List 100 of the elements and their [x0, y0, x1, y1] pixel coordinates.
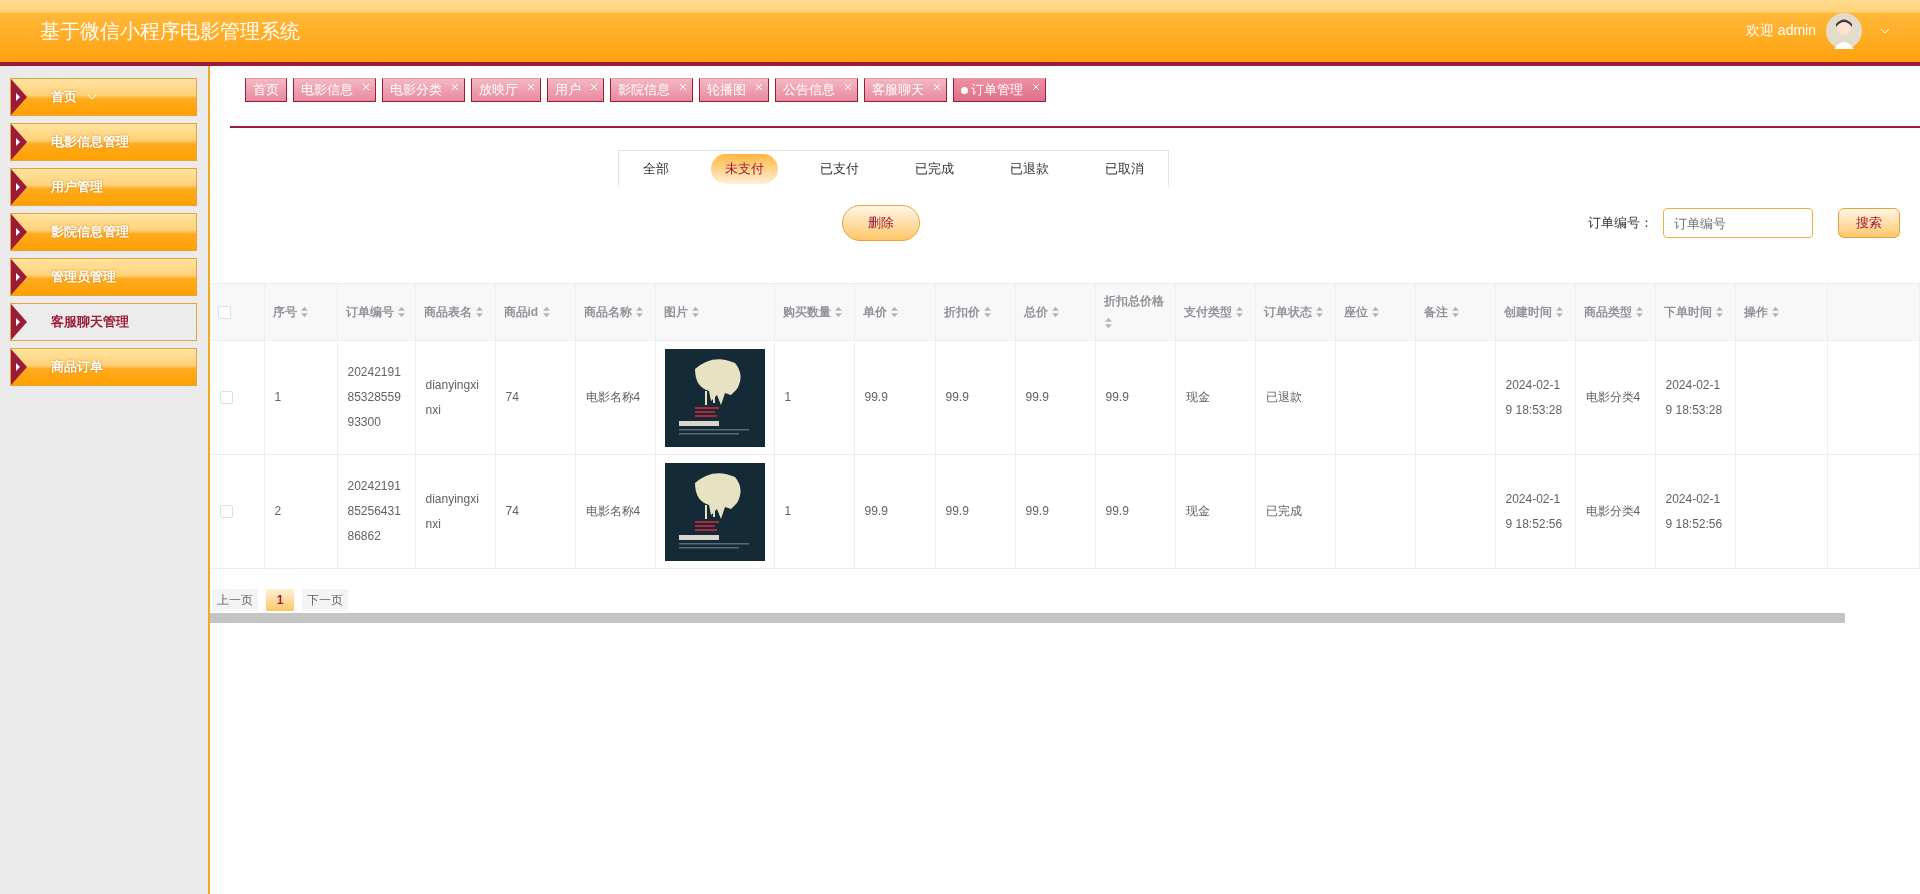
- sort-icon[interactable]: [634, 306, 644, 318]
- sort-icon[interactable]: [299, 306, 309, 318]
- sidebar-item[interactable]: 影院信息管理: [10, 213, 197, 251]
- page-tab[interactable]: 首页: [245, 78, 287, 102]
- column-header[interactable]: 座位: [1335, 283, 1415, 341]
- column-header[interactable]: 购买数量: [774, 283, 854, 341]
- column-header[interactable]: 支付类型: [1175, 283, 1255, 341]
- page-tab[interactable]: 轮播图: [699, 78, 769, 102]
- sort-icon[interactable]: [889, 306, 899, 318]
- table-cell: 99.9: [1105, 390, 1129, 404]
- close-icon[interactable]: [679, 83, 687, 91]
- page-tab[interactable]: 放映厅: [471, 78, 541, 102]
- table-cell: 2024-02-19 18:53:28: [1665, 377, 1723, 417]
- sort-icon[interactable]: [1314, 306, 1324, 318]
- triangle-icon: [11, 79, 27, 115]
- sort-icon[interactable]: [833, 306, 843, 318]
- table-cell: 电影分类4: [1585, 504, 1641, 518]
- sidebar-item[interactable]: 电影信息管理: [10, 123, 197, 161]
- column-header[interactable]: 商品id: [495, 283, 575, 341]
- search-button[interactable]: 搜索: [1838, 208, 1900, 238]
- table-cell: 2: [274, 504, 282, 518]
- page-tab[interactable]: 影院信息: [610, 78, 693, 102]
- table-cell: 已退款: [1265, 390, 1302, 404]
- app-title: 基于微信小程序电影管理系统: [40, 18, 300, 44]
- table-cell: 99.9: [945, 390, 969, 404]
- page-tab[interactable]: 订单管理: [953, 78, 1046, 102]
- status-tab[interactable]: 已支付: [806, 154, 873, 184]
- close-icon[interactable]: [527, 83, 535, 91]
- checkbox[interactable]: [220, 505, 233, 519]
- sidebar-item[interactable]: 客服聊天管理: [10, 303, 197, 341]
- column-header[interactable]: 折扣价: [935, 283, 1015, 341]
- sort-icon[interactable]: [1370, 306, 1380, 318]
- column-header[interactable]: 操作: [1735, 283, 1828, 341]
- close-icon[interactable]: [755, 83, 763, 91]
- sort-icon[interactable]: [474, 306, 484, 318]
- search-field[interactable]: 订单编号: [1663, 208, 1813, 238]
- status-tab[interactable]: 全部: [629, 154, 683, 184]
- next-page-button[interactable]: 下一页: [302, 589, 348, 611]
- sort-icon[interactable]: [1554, 306, 1564, 318]
- column-header[interactable]: 折扣总价格: [1095, 283, 1175, 341]
- close-icon[interactable]: [590, 83, 598, 91]
- table-cell: 1: [784, 504, 792, 518]
- sort-icon[interactable]: [1234, 306, 1244, 318]
- status-tab[interactable]: 已取消: [1091, 154, 1158, 184]
- chevron-down-icon: [87, 94, 97, 100]
- close-icon[interactable]: [362, 83, 370, 91]
- checkbox[interactable]: [218, 306, 231, 320]
- sidebar-item[interactable]: 首页: [10, 78, 197, 116]
- close-icon[interactable]: [1032, 83, 1040, 91]
- sidebar-item[interactable]: 商品订单: [10, 348, 197, 386]
- avatar-icon[interactable]: [1826, 13, 1862, 49]
- close-icon[interactable]: [933, 83, 941, 91]
- close-icon[interactable]: [451, 83, 459, 91]
- column-header[interactable]: 商品名称: [575, 283, 655, 341]
- column-header[interactable]: 商品类型: [1575, 283, 1655, 341]
- column-header[interactable]: 订单编号: [337, 283, 415, 341]
- delete-button[interactable]: 删除: [842, 205, 920, 241]
- page-tab[interactable]: 公告信息: [775, 78, 858, 102]
- status-tab[interactable]: 已完成: [901, 154, 968, 184]
- sort-icon[interactable]: [1634, 306, 1644, 318]
- status-tab[interactable]: 未支付: [711, 154, 778, 184]
- column-header[interactable]: 商品表名: [415, 283, 495, 341]
- sort-icon[interactable]: [541, 306, 551, 318]
- sort-icon[interactable]: [1103, 317, 1113, 329]
- table-cell: dianyingxinxi: [425, 377, 479, 417]
- column-header[interactable]: 下单时间: [1655, 283, 1735, 341]
- search-label: 订单编号：: [1588, 214, 1653, 232]
- status-tab[interactable]: 已退款: [996, 154, 1063, 184]
- triangle-icon: [11, 124, 27, 160]
- sort-icon[interactable]: [396, 306, 406, 318]
- column-header[interactable]: 创建时间: [1495, 283, 1575, 341]
- page-tab[interactable]: 电影信息: [293, 78, 376, 102]
- column-header[interactable]: 订单状态: [1255, 283, 1335, 341]
- table-cell: 电影名称4: [585, 390, 641, 404]
- checkbox[interactable]: [220, 391, 233, 405]
- table-cell: 99.9: [1025, 390, 1049, 404]
- page-number[interactable]: 1: [266, 589, 294, 611]
- chevron-down-icon[interactable]: [1880, 28, 1890, 34]
- column-header[interactable]: 总价: [1015, 283, 1095, 341]
- table-cell: 99.9: [945, 504, 969, 518]
- close-icon[interactable]: [844, 83, 852, 91]
- sort-icon[interactable]: [1450, 306, 1460, 318]
- table-cell: 99.9: [864, 504, 888, 518]
- sort-icon[interactable]: [1050, 306, 1060, 318]
- table-cell: 现金: [1185, 390, 1210, 404]
- page-tab[interactable]: 用户: [547, 78, 604, 102]
- table-cell: 2024-02-19 18:53:28: [1505, 377, 1563, 417]
- sort-icon[interactable]: [1714, 306, 1724, 318]
- column-header[interactable]: 备注: [1415, 283, 1495, 341]
- scrollbar[interactable]: [210, 613, 1845, 623]
- previous-page-button[interactable]: 上一页: [212, 589, 258, 611]
- sort-icon[interactable]: [982, 306, 992, 318]
- sort-icon[interactable]: [690, 306, 700, 318]
- table-cell: 2024-02-19 18:52:56: [1505, 491, 1563, 531]
- sort-icon[interactable]: [1770, 306, 1780, 318]
- column-header[interactable]: 单价: [854, 283, 935, 341]
- page-tab[interactable]: 客服聊天: [864, 78, 947, 102]
- page-tab[interactable]: 电影分类: [382, 78, 465, 102]
- column-header[interactable]: 序号: [264, 283, 337, 341]
- column-header[interactable]: 图片: [655, 283, 774, 341]
